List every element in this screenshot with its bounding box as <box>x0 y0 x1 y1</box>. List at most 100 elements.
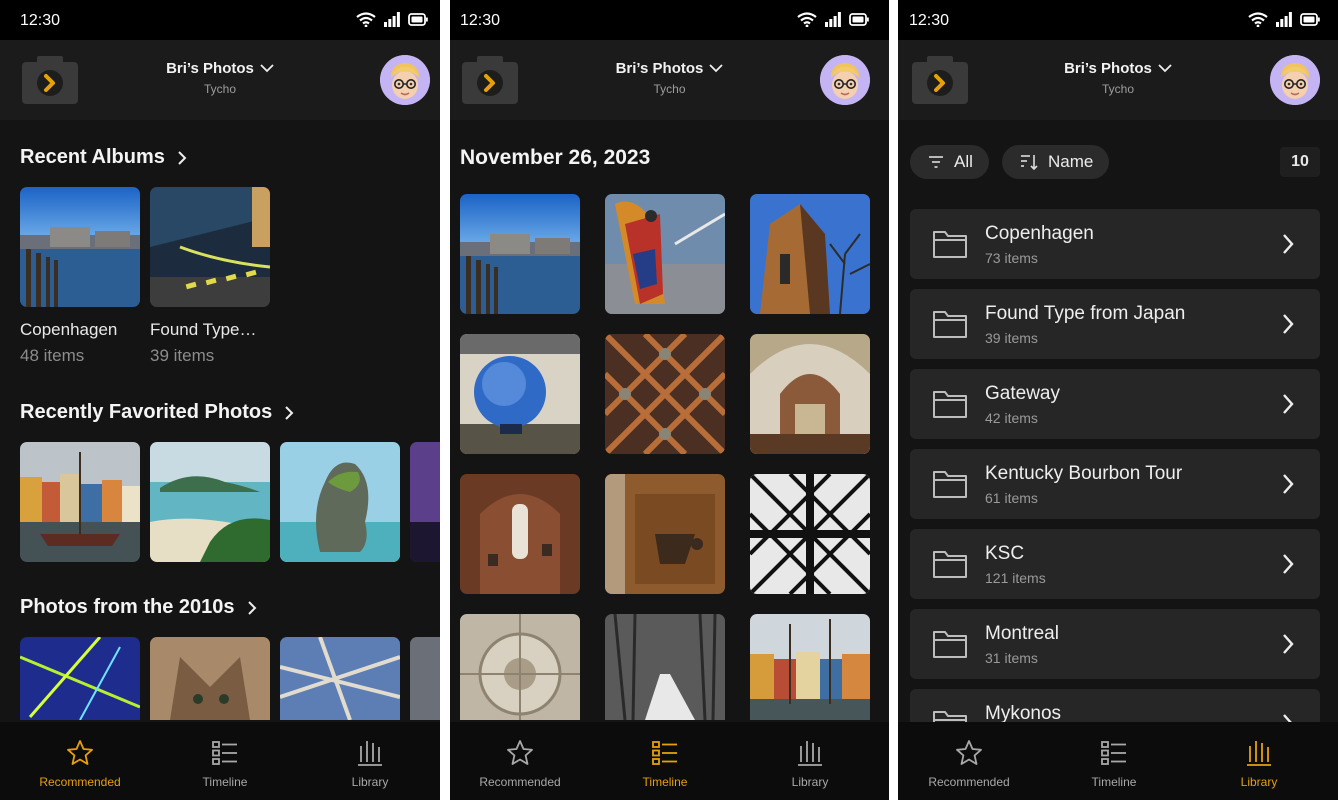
library-icon <box>1247 741 1271 766</box>
folder-icon <box>933 631 967 658</box>
bottom-nav: Recommended Timeline Library <box>0 722 440 800</box>
star-icon <box>67 740 93 765</box>
timeline-photo[interactable] <box>605 474 725 594</box>
library-album-row[interactable]: Kentucky Bourbon Tour 61 items <box>910 449 1320 519</box>
tab-timeline[interactable]: Timeline <box>152 722 298 800</box>
album-name: Montreal <box>985 623 1059 644</box>
favorite-photo[interactable] <box>410 442 440 562</box>
memoji-avatar-icon <box>1270 55 1320 105</box>
decade-photo[interactable] <box>20 637 140 720</box>
timeline-photo[interactable] <box>750 194 870 314</box>
album-count: 39 items <box>985 330 1038 346</box>
library-album-row[interactable]: KSC 121 items <box>910 529 1320 599</box>
album-count: 61 items <box>985 490 1038 506</box>
tab-recommended[interactable]: Recommended <box>450 722 593 800</box>
chevron-down-icon <box>1158 64 1172 73</box>
folder-icon <box>933 391 967 418</box>
wifi-icon <box>1248 12 1268 27</box>
library-album-row[interactable]: Copenhagen 73 items <box>910 209 1320 279</box>
tab-library[interactable]: Library <box>737 722 883 800</box>
decade-header[interactable]: Photos from the 2010s <box>20 596 257 619</box>
sort-chip[interactable]: Name <box>1002 145 1110 179</box>
signal-icon <box>1276 12 1292 27</box>
timeline-photo[interactable] <box>750 334 870 454</box>
album-name: Gateway <box>985 383 1060 404</box>
app-header: Bri’s Photos Tycho <box>0 40 440 120</box>
tab-recommended[interactable]: Recommended <box>898 722 1042 800</box>
timeline-photo[interactable] <box>750 614 870 720</box>
filter-chip[interactable]: All <box>910 145 989 179</box>
tab-label: Library <box>351 775 389 789</box>
decade-photo[interactable] <box>410 637 440 720</box>
list-icon <box>1101 741 1126 765</box>
timeline-photo[interactable] <box>460 334 580 454</box>
album-thumb-found-type[interactable] <box>150 187 270 307</box>
chevron-right-icon <box>1283 394 1294 414</box>
recent-albums-title: Recent Albums <box>20 146 165 168</box>
favorite-photo[interactable] <box>20 442 140 562</box>
status-time: 12:30 <box>909 12 950 29</box>
decade-title: Photos from the 2010s <box>20 596 235 618</box>
battery-icon <box>1300 13 1320 26</box>
tab-recommended[interactable]: Recommended <box>7 722 153 800</box>
timeline-photo[interactable] <box>460 474 580 594</box>
app-header: Bri’s Photos Tycho <box>898 40 1338 120</box>
avatar[interactable] <box>1270 55 1320 105</box>
album-name: Found Type from Japan <box>985 303 1186 324</box>
timeline-photo[interactable] <box>605 334 725 454</box>
library-album-row[interactable]: Gateway 42 items <box>910 369 1320 439</box>
timeline-photo[interactable] <box>605 194 725 314</box>
battery-icon <box>408 13 428 26</box>
bottom-nav: Recommended Timeline Library <box>450 722 889 800</box>
album-count: 39 items <box>150 346 215 365</box>
chevron-right-icon <box>247 600 256 615</box>
tab-label: Recommended <box>479 775 561 789</box>
album-name: Found Type… <box>150 320 257 339</box>
favorite-photo[interactable] <box>150 442 270 562</box>
tab-library[interactable]: Library <box>297 722 440 800</box>
list-icon <box>652 741 677 765</box>
avatar[interactable] <box>380 55 430 105</box>
decade-photo[interactable] <box>280 637 400 720</box>
album-name: Copenhagen <box>985 223 1094 244</box>
album-name: Copenhagen <box>20 320 118 339</box>
status-time: 12:30 <box>460 12 501 29</box>
sort-icon <box>1021 155 1038 170</box>
star-icon <box>507 740 533 765</box>
album-thumb-copenhagen[interactable] <box>20 187 140 307</box>
app-header: Bri’s Photos Tycho <box>450 40 889 120</box>
chevron-right-icon <box>1283 234 1294 254</box>
timeline-photo[interactable] <box>460 614 580 720</box>
tab-label: Timeline <box>202 775 248 789</box>
tab-label: Library <box>1240 775 1278 789</box>
status-time: 12:30 <box>20 12 61 29</box>
tab-timeline[interactable]: Timeline <box>592 722 738 800</box>
folder-icon <box>933 551 967 578</box>
avatar[interactable] <box>820 55 870 105</box>
memoji-avatar-icon <box>380 55 430 105</box>
timeline-photo[interactable] <box>750 474 870 594</box>
signal-icon <box>384 12 400 27</box>
star-icon <box>956 740 982 765</box>
favorite-photo[interactable] <box>280 442 400 562</box>
account-switcher[interactable]: Bri’s Photos Tycho <box>0 60 440 96</box>
timeline-photo[interactable] <box>460 194 580 314</box>
album-count: 48 items <box>20 346 85 365</box>
tab-library[interactable]: Library <box>1186 722 1332 800</box>
library-album-row[interactable]: Found Type from Japan 39 items <box>910 289 1320 359</box>
decade-photo[interactable] <box>150 637 270 720</box>
folder-icon <box>933 231 967 258</box>
signal-icon <box>825 12 841 27</box>
tab-label: Recommended <box>39 775 121 789</box>
recent-albums-header[interactable]: Recent Albums <box>20 146 187 169</box>
timeline-photo[interactable] <box>605 614 725 720</box>
library-album-row[interactable]: Montreal 31 items <box>910 609 1320 679</box>
album-count: 121 items <box>985 570 1046 586</box>
account-name: Bri’s Photos <box>1064 60 1152 77</box>
battery-icon <box>849 13 869 26</box>
favorites-header[interactable]: Recently Favorited Photos <box>20 401 294 424</box>
account-server: Tycho <box>203 82 236 96</box>
bottom-nav: Recommended Timeline Library <box>898 722 1338 800</box>
tab-timeline[interactable]: Timeline <box>1041 722 1187 800</box>
filter-label: All <box>954 152 973 171</box>
